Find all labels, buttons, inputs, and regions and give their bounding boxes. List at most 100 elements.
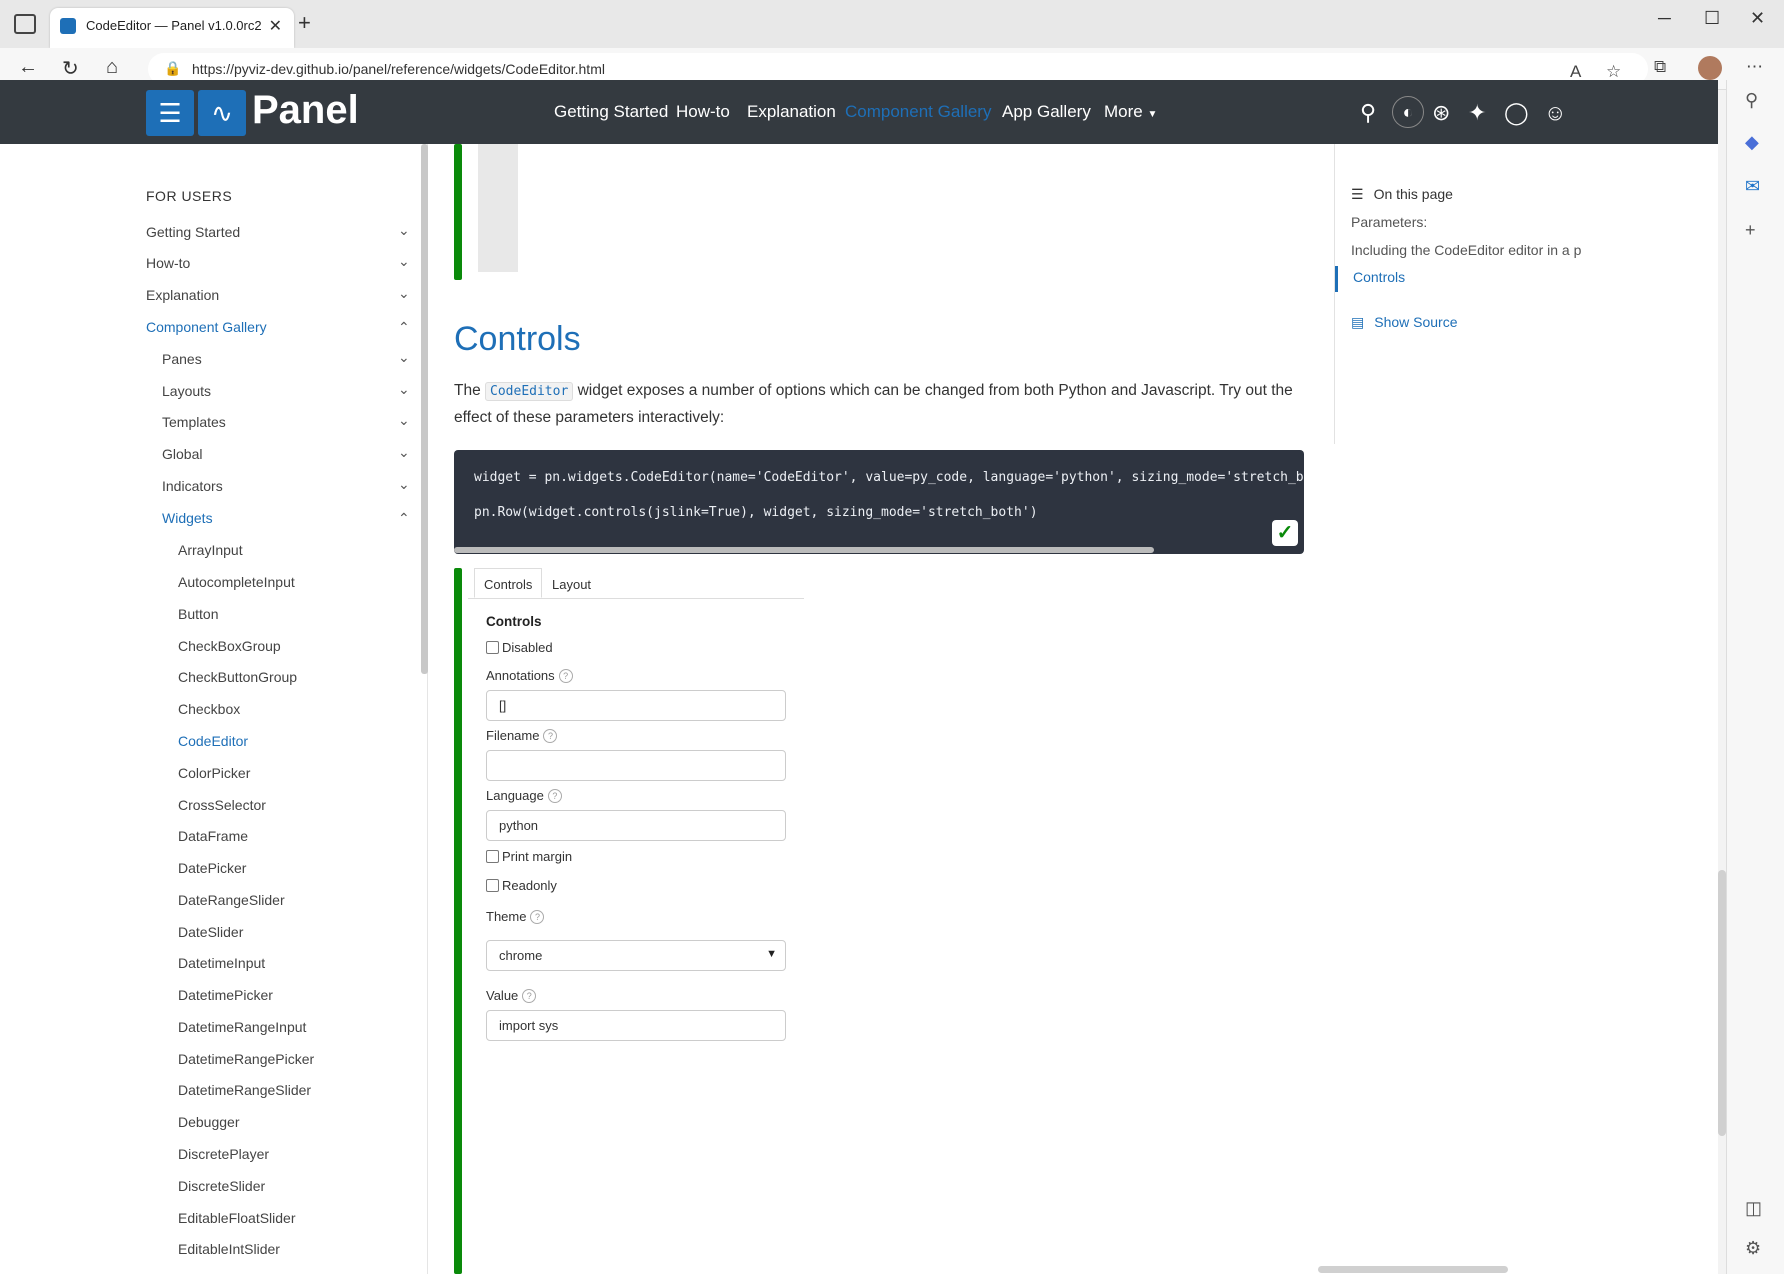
chevron-down-icon[interactable]: ⌄: [398, 412, 410, 429]
twitter-icon[interactable]: ✦: [1468, 100, 1486, 126]
collections-icon[interactable]: ⧉: [1654, 57, 1666, 77]
toc-item-controls[interactable]: Controls: [1353, 269, 1405, 285]
sidebar-item-checkbox[interactable]: Checkbox: [178, 701, 240, 717]
toc-item-including[interactable]: Including the CodeEditor editor in a p: [1351, 242, 1581, 258]
value-input[interactable]: import sys: [486, 1010, 786, 1041]
show-source-link[interactable]: ▤ Show Source: [1351, 314, 1458, 331]
new-tab-icon[interactable]: +: [298, 10, 311, 36]
sidebar-item-discreteplayer[interactable]: DiscretePlayer: [178, 1146, 269, 1162]
sidebar-item-indicators[interactable]: Indicators: [162, 478, 223, 494]
search-icon[interactable]: ⚲: [1745, 90, 1758, 111]
chevron-down-icon[interactable]: ⌄: [398, 222, 410, 239]
chevron-down-icon[interactable]: ⌄: [398, 253, 410, 270]
sidebar-item-templates[interactable]: Templates: [162, 414, 226, 430]
help-icon[interactable]: ?: [547, 789, 562, 803]
brand-name[interactable]: Panel: [252, 88, 359, 133]
nav-how-to[interactable]: How-to: [676, 102, 730, 122]
close-tab-icon[interactable]: ✕: [269, 16, 282, 36]
print-margin-checkbox[interactable]: Print margin: [486, 849, 572, 864]
tab-actions-icon[interactable]: [14, 14, 36, 34]
help-icon[interactable]: ?: [522, 989, 537, 1003]
sidebar-item-editablefloatslider[interactable]: EditableFloatSlider: [178, 1210, 296, 1226]
sidebar-item-datepicker[interactable]: DatePicker: [178, 860, 246, 876]
sidebar-item-button[interactable]: Button: [178, 606, 218, 622]
sidebar-item-datetimerangepicker[interactable]: DatetimeRangePicker: [178, 1051, 314, 1067]
readonly-checkbox[interactable]: Readonly: [486, 878, 557, 893]
chevron-up-icon[interactable]: ⌃: [398, 319, 410, 336]
maximize-icon[interactable]: ☐: [1704, 8, 1720, 29]
chevron-down-icon[interactable]: ⌄: [398, 381, 410, 398]
help-icon[interactable]: ?: [558, 669, 573, 683]
code-block[interactable]: widget = pn.widgets.CodeEditor(name='Cod…: [454, 450, 1304, 554]
sidebar-item-explanation[interactable]: Explanation: [146, 287, 219, 303]
tab-controls[interactable]: Controls: [474, 568, 543, 598]
nav-explanation[interactable]: Explanation: [747, 102, 836, 122]
nav-component-gallery[interactable]: Component Gallery: [845, 102, 991, 122]
chart-logo-icon[interactable]: ∿: [198, 90, 246, 136]
filename-input[interactable]: [486, 750, 786, 781]
sidebar-item-colorpicker[interactable]: ColorPicker: [178, 765, 250, 781]
sidebar-item-discreteslider[interactable]: DiscreteSlider: [178, 1178, 265, 1194]
add-icon[interactable]: +: [1745, 220, 1756, 241]
sliders-logo-icon[interactable]: ☰: [146, 90, 194, 136]
disabled-checkbox[interactable]: Disabled: [486, 640, 553, 655]
sidebar-item-widgets[interactable]: Widgets: [162, 510, 213, 526]
chevron-up-icon[interactable]: ⌃: [398, 510, 410, 527]
sidebar-item-checkbuttongroup[interactable]: CheckButtonGroup: [178, 669, 297, 685]
search-icon[interactable]: ⚲: [1360, 100, 1376, 126]
chevron-down-icon[interactable]: ⌄: [398, 444, 410, 461]
sidebar-item-layouts[interactable]: Layouts: [162, 383, 211, 399]
favorite-icon[interactable]: ☆: [1606, 62, 1621, 82]
checkbox-box[interactable]: [486, 641, 499, 654]
sidebar-item-crossselector[interactable]: CrossSelector: [178, 797, 266, 813]
sidebar-item-debugger[interactable]: Debugger: [178, 1114, 240, 1130]
discord-icon[interactable]: ☺: [1544, 100, 1566, 126]
sidebar-item-autocompleteinput[interactable]: AutocompleteInput: [178, 574, 295, 590]
sidebar-item-checkboxgroup[interactable]: CheckBoxGroup: [178, 638, 281, 654]
profile-avatar[interactable]: [1698, 56, 1722, 80]
browser-tab[interactable]: CodeEditor — Panel v1.0.0rc2 ✕: [50, 8, 294, 48]
sidebar-item-editableintslider[interactable]: EditableIntSlider: [178, 1241, 280, 1257]
sidebar-item-codeeditor[interactable]: CodeEditor: [178, 733, 248, 749]
shopping-icon[interactable]: ◆: [1745, 132, 1759, 153]
help-icon[interactable]: ?: [530, 910, 545, 924]
annotations-input[interactable]: []: [486, 690, 786, 721]
nav-more-dropdown[interactable]: More ▼: [1104, 102, 1157, 122]
sidebar-item-datetimepicker[interactable]: DatetimePicker: [178, 987, 273, 1003]
toc-item-parameters[interactable]: Parameters:: [1351, 214, 1427, 230]
chevron-down-icon[interactable]: ⌄: [398, 349, 410, 366]
nav-app-gallery[interactable]: App Gallery: [1002, 102, 1091, 122]
sidebar-toggle-icon[interactable]: ◫: [1745, 1198, 1762, 1219]
sidebar-item-panes[interactable]: Panes: [162, 351, 202, 367]
sidebar-item-dateslider[interactable]: DateSlider: [178, 924, 243, 940]
checkbox-box[interactable]: [486, 850, 499, 863]
sidebar-item-dataframe[interactable]: DataFrame: [178, 828, 248, 844]
github-icon[interactable]: ⊛: [1432, 100, 1450, 126]
sidebar-item-how-to[interactable]: How-to: [146, 255, 190, 271]
checkbox-box[interactable]: [486, 879, 499, 892]
nav-getting-started[interactable]: Getting Started: [554, 102, 668, 122]
close-window-icon[interactable]: ✕: [1750, 8, 1765, 29]
code-scrollbar[interactable]: [454, 547, 1154, 553]
help-icon[interactable]: ?: [543, 729, 558, 743]
chevron-down-icon[interactable]: ⌄: [398, 285, 410, 302]
settings-icon[interactable]: ⚙: [1745, 1238, 1761, 1259]
sidebar-item-daterangeslider[interactable]: DateRangeSlider: [178, 892, 285, 908]
sidebar-item-getting-started[interactable]: Getting Started: [146, 224, 240, 240]
tab-layout[interactable]: Layout: [542, 568, 601, 598]
sidebar-item-datetimeinput[interactable]: DatetimeInput: [178, 955, 265, 971]
sidebar-item-global[interactable]: Global: [162, 446, 202, 462]
language-input[interactable]: python: [486, 810, 786, 841]
back-icon[interactable]: ←: [18, 56, 38, 79]
sidebar-item-arrayinput[interactable]: ArrayInput: [178, 542, 243, 558]
outlook-icon[interactable]: ✉: [1745, 176, 1760, 197]
chevron-down-icon[interactable]: ⌄: [398, 476, 410, 493]
sidebar-item-datetimerangeinput[interactable]: DatetimeRangeInput: [178, 1019, 306, 1035]
page-vertical-scrollbar[interactable]: [1718, 870, 1726, 1136]
refresh-icon[interactable]: ↻: [62, 56, 79, 81]
minimize-icon[interactable]: ─: [1658, 8, 1671, 29]
page-horizontal-scrollbar[interactable]: [1318, 1266, 1508, 1273]
home-icon[interactable]: ⌂: [106, 56, 118, 79]
theme-toggle-icon[interactable]: ◐: [1392, 96, 1424, 128]
sidebar-item-datetimerangeslider[interactable]: DatetimeRangeSlider: [178, 1082, 311, 1098]
